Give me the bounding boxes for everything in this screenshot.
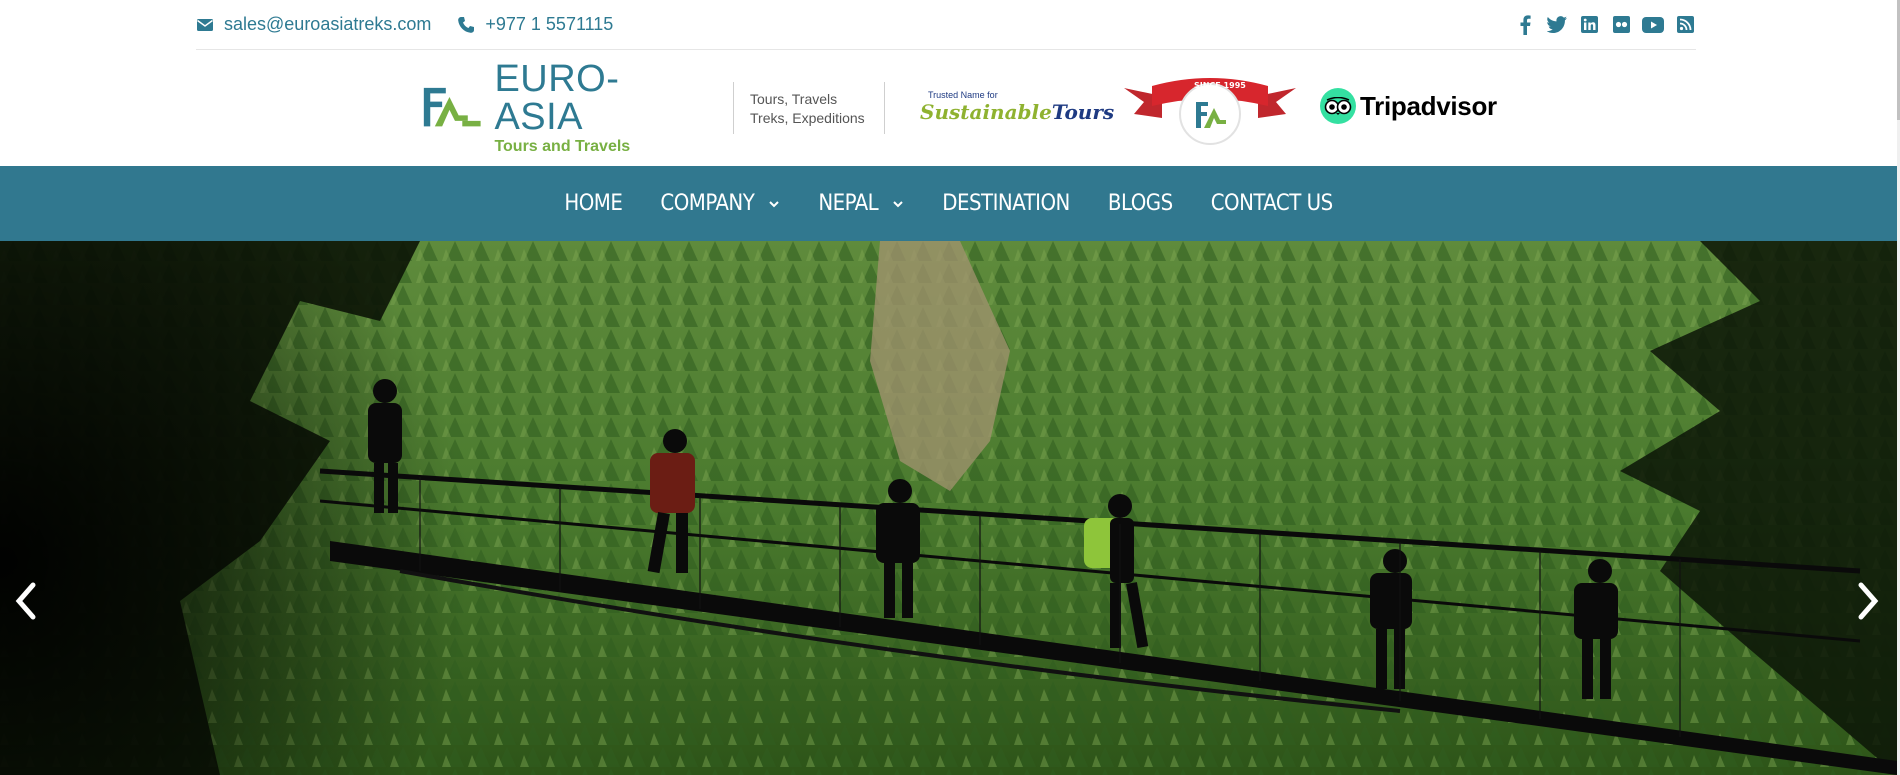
nav-item-label: CONTACT US bbox=[1210, 191, 1333, 216]
header-divider bbox=[884, 82, 885, 134]
nav-item-label: BLOGS bbox=[1107, 191, 1173, 216]
sustainable-small-text: Trusted Name for bbox=[928, 90, 998, 100]
tripadvisor-name: Tripadvisor bbox=[1360, 90, 1497, 121]
chevron-left-icon bbox=[13, 581, 39, 621]
main-nav: HOME COMPANY NEPAL DESTINATION BLOGS CON… bbox=[0, 166, 1897, 241]
phone-icon bbox=[457, 16, 475, 34]
nav-item-blogs[interactable]: BLOGS bbox=[1108, 191, 1173, 216]
nav-item-label: NEPAL bbox=[818, 191, 879, 216]
nav-item-company[interactable]: COMPANY bbox=[660, 191, 780, 216]
tours-word: Tours bbox=[1051, 100, 1115, 124]
youtube-icon[interactable] bbox=[1642, 14, 1664, 36]
since-1995-badge: SINCE 1995 bbox=[1122, 74, 1298, 146]
email-text[interactable]: sales@euroasiatreks.com bbox=[224, 14, 431, 35]
logo-name: EURO-ASIA bbox=[494, 58, 620, 138]
nav-item-label: COMPANY bbox=[660, 191, 755, 216]
chevron-down-icon bbox=[892, 198, 904, 210]
slider-next-button[interactable] bbox=[1848, 576, 1888, 626]
slider-prev-button[interactable] bbox=[6, 576, 46, 626]
euro-asia-logo[interactable]: EURO-ASIA Tours and Travels bbox=[422, 60, 690, 155]
tagline: Tours, Travels Treks, Expeditions bbox=[750, 90, 865, 128]
nav-item-nepal[interactable]: NEPAL bbox=[818, 191, 904, 216]
top-bar: sales@euroasiatreks.com +977 1 5571115 bbox=[196, 0, 1696, 50]
nav-item-destination[interactable]: DESTINATION bbox=[942, 191, 1070, 216]
phone-text[interactable]: +977 1 5571115 bbox=[485, 14, 613, 35]
hero-slider bbox=[0, 241, 1897, 775]
envelope-icon bbox=[196, 16, 214, 34]
tripadvisor-owl-icon bbox=[1320, 88, 1356, 124]
flickr-icon[interactable] bbox=[1610, 14, 1632, 36]
nav-item-contact-us[interactable]: CONTACT US bbox=[1211, 191, 1333, 216]
sustainable-word: Sustainable bbox=[920, 100, 1052, 124]
rss-icon[interactable] bbox=[1674, 14, 1696, 36]
header-divider bbox=[733, 82, 734, 134]
email-contact[interactable]: sales@euroasiatreks.com bbox=[196, 14, 431, 35]
facebook-icon[interactable] bbox=[1514, 14, 1536, 36]
twitter-icon[interactable] bbox=[1546, 14, 1568, 36]
nav-item-label: DESTINATION bbox=[942, 191, 1070, 216]
logo-subtitle: Tours and Travels bbox=[494, 138, 631, 155]
chevron-down-icon bbox=[768, 198, 780, 210]
phone-contact[interactable]: +977 1 5571115 bbox=[457, 14, 613, 35]
linkedin-icon[interactable] bbox=[1578, 14, 1600, 36]
tagline-line-1: Tours, Travels bbox=[750, 91, 838, 107]
sustainable-tours-badge: Trusted Name for SustainableTours bbox=[920, 90, 1114, 130]
tripadvisor-logo[interactable]: Tripadvisor bbox=[1320, 88, 1497, 124]
hero-image bbox=[0, 241, 1897, 775]
nav-item-label: HOME bbox=[564, 191, 623, 216]
social-links bbox=[1514, 14, 1696, 36]
since-text: SINCE 1995 bbox=[1194, 81, 1246, 90]
ea-mark-icon bbox=[423, 87, 481, 127]
site-header: EURO-ASIA Tours and Travels Tours, Trave… bbox=[0, 50, 1900, 166]
chevron-right-icon bbox=[1855, 581, 1881, 621]
nav-item-home[interactable]: HOME bbox=[564, 191, 623, 216]
tagline-line-2: Treks, Expeditions bbox=[750, 110, 865, 126]
